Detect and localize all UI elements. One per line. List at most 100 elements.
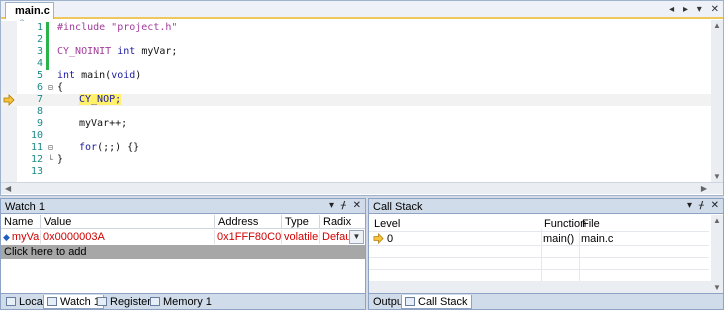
code-text: CY_NOP; — [79, 94, 122, 106]
table-row[interactable]: 0 main() main.c — [369, 232, 709, 246]
add-watch-row[interactable]: Click here to add — [1, 245, 365, 259]
current-statement-highlight: CY_NOP; — [79, 94, 122, 105]
editor-tab-strip: main.c🔒 ◂ ▸ ▾ ✕ — [1, 1, 723, 28]
code-line: 9 myVar++; — [1, 118, 711, 130]
scroll-up-icon[interactable]: ▲ — [713, 21, 721, 30]
memory-icon — [150, 297, 160, 306]
watch-icon — [47, 297, 57, 306]
line-number: 3 — [36, 46, 43, 57]
radix-dropdown-icon[interactable]: ▼ — [349, 230, 364, 244]
column-header-radix[interactable]: Radix — [320, 215, 365, 229]
scroll-right-icon[interactable]: ▸ — [683, 4, 688, 15]
change-marker — [46, 58, 49, 70]
close-icon[interactable]: ✕ — [711, 4, 719, 15]
registers-icon — [97, 297, 107, 306]
watch-bottom-tabs: Locals Watch 1 Registers Memory 1 — [1, 293, 365, 309]
table-row[interactable]: ◆myVar 0x0000003A 0x1FFF80C0 (All) volat… — [1, 230, 365, 244]
pin-icon[interactable]: ᚋ — [341, 200, 346, 211]
locals-icon — [6, 297, 16, 306]
code-text: myVar++; — [79, 118, 128, 129]
call-stack-bottom-tabs: Output Call Stack — [369, 293, 723, 309]
line-number: 9 — [36, 118, 43, 129]
line-number: 10 — [30, 130, 43, 141]
current-frame-arrow-icon — [373, 233, 384, 244]
call-stack-horizontal-scrollbar[interactable] — [369, 281, 711, 293]
tab-memory-1[interactable]: Memory 1 — [147, 295, 215, 309]
fold-collapse-icon[interactable]: ⊟ — [48, 142, 53, 154]
call-stack-vertical-scrollbar[interactable]: ▲ ▼ — [711, 215, 723, 293]
code-line-current: 7 CY_NOP; — [1, 94, 711, 106]
watch-panel: Watch 1 ▾ ᚋ ✕ Name Value Address Type Ra… — [0, 198, 366, 310]
watch-title-bar: Watch 1 ▾ ᚋ ✕ — [1, 199, 365, 214]
code-text: int main(void) — [57, 70, 142, 81]
watch-header-row: Name Value Address Type Radix — [1, 215, 365, 229]
line-number: 8 — [36, 106, 43, 117]
code-line: 1 #include "project.h" — [1, 22, 711, 34]
code-line: 2 — [1, 34, 711, 46]
scroll-left-icon[interactable]: ◀ — [5, 184, 11, 193]
line-number: 13 — [30, 166, 43, 177]
scroll-right-icon[interactable]: ▶ — [701, 184, 707, 193]
column-header-type[interactable]: Type — [282, 215, 320, 229]
scroll-down-icon[interactable]: ▼ — [713, 172, 721, 181]
editor-strip-buttons: ◂ ▸ ▾ ✕ — [663, 4, 719, 15]
code-text: #include "project.h" — [57, 22, 178, 33]
call-stack-title-buttons: ▾ ᚋ ✕ — [683, 200, 719, 211]
fold-collapse-icon[interactable]: ⊟ — [48, 82, 53, 94]
call-stack-title-bar: Call Stack ▾ ᚋ ✕ — [369, 199, 723, 214]
editor-vertical-scrollbar[interactable]: ▲ ▼ — [711, 20, 723, 182]
line-number: 2 — [36, 34, 43, 45]
tab-main-c[interactable]: main.c🔒 — [5, 2, 54, 28]
line-number: 7 — [36, 94, 43, 105]
line-number: 6 — [36, 82, 43, 93]
code-line: 12 └ } — [1, 154, 711, 166]
close-icon[interactable]: ✕ — [711, 200, 719, 211]
editor-horizontal-scrollbar[interactable]: ◀ ▶ — [1, 182, 723, 194]
line-number: 11 — [30, 142, 43, 153]
watch-cell-value[interactable]: 0x0000003A — [41, 230, 215, 244]
watch-cell-name: ◆ myVar — [3, 230, 41, 244]
change-marker — [46, 34, 49, 46]
close-icon[interactable]: ✕ — [353, 200, 361, 211]
variable-icon: ◆ — [3, 232, 10, 242]
scroll-left-icon[interactable]: ◂ — [669, 4, 674, 15]
chevron-down-icon[interactable]: ▾ — [697, 4, 702, 15]
dropdown-icon[interactable]: ▾ — [329, 200, 334, 211]
code-line: 13 — [1, 166, 711, 178]
scroll-down-icon[interactable]: ▼ — [713, 283, 721, 292]
line-number: 4 — [36, 58, 43, 69]
code-line: 10 — [1, 130, 711, 142]
call-stack-icon — [405, 297, 415, 306]
column-header-name[interactable]: Name — [1, 215, 41, 229]
change-marker — [46, 22, 49, 34]
code-line: 3 CY_NOINIT int myVar; — [1, 46, 711, 58]
code-text: CY_NOINIT int myVar; — [57, 46, 178, 57]
call-stack-file: main.c — [581, 233, 614, 245]
watch-cell-address: 0x1FFF80C0 (All) — [217, 230, 282, 244]
code-line: 4 — [1, 58, 711, 70]
watch-title: Watch 1 — [5, 201, 45, 213]
watch-cell-type: volatile int — [284, 230, 320, 244]
watch-title-buttons: ▾ ᚋ ✕ — [325, 200, 361, 211]
code-line: 5 int main(void) — [1, 70, 711, 82]
execution-pointer-icon — [3, 94, 15, 106]
code-text: for(;;) {} — [79, 142, 140, 153]
line-number: 5 — [36, 70, 43, 81]
change-marker — [46, 46, 49, 58]
code-line: 8 — [1, 106, 711, 118]
call-stack-function: main() — [543, 233, 575, 245]
code-line: 6 ⊟ { — [1, 82, 711, 94]
watch-cell-radix[interactable]: Default — [320, 230, 349, 244]
fold-end-icon: └ — [48, 155, 53, 164]
call-stack-title: Call Stack — [373, 201, 423, 213]
code-text: } — [57, 154, 64, 165]
code-line: 11 ⊟ for(;;) {} — [1, 142, 711, 154]
column-header-address[interactable]: Address — [215, 215, 282, 229]
dropdown-icon[interactable]: ▾ — [687, 200, 692, 211]
code-editor[interactable]: main.c🔒 ◂ ▸ ▾ ✕ 1 #include "project.h" 2… — [0, 0, 724, 196]
code-area[interactable]: 1 #include "project.h" 2 3 CY_NOINIT int… — [1, 21, 711, 183]
pin-icon[interactable]: ᚋ — [699, 200, 704, 211]
tab-call-stack[interactable]: Call Stack — [401, 295, 472, 309]
column-header-value[interactable]: Value — [41, 215, 215, 229]
scroll-up-icon[interactable]: ▲ — [713, 216, 721, 225]
